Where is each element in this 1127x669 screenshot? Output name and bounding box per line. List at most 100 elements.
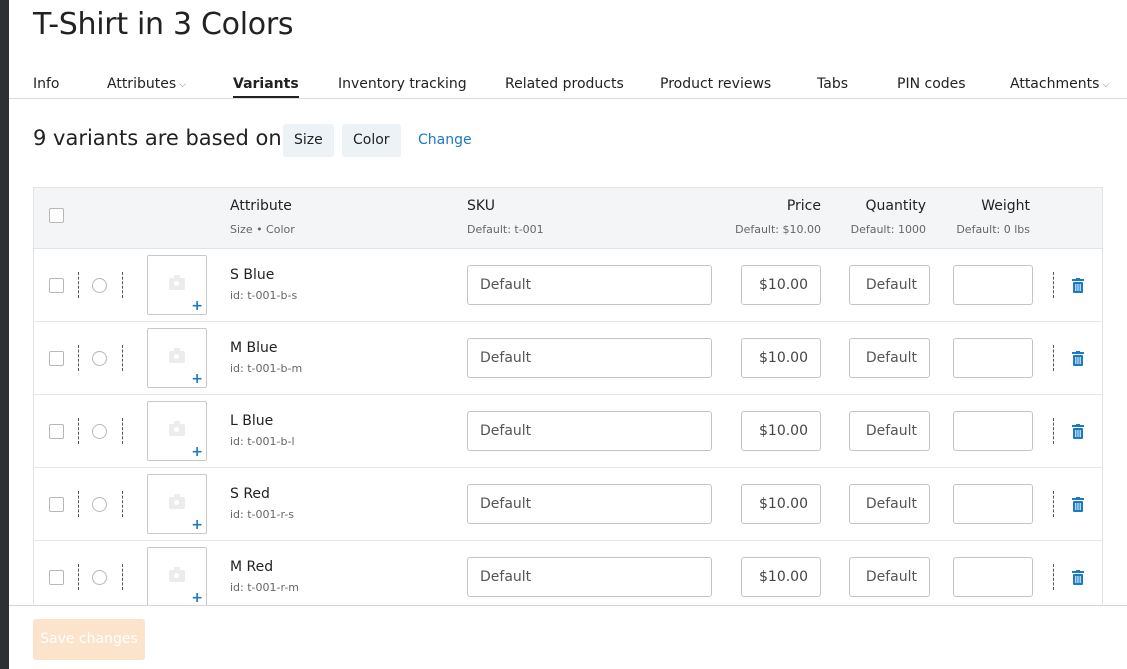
drag-handle-divider [122,272,123,298]
drag-handle-divider [122,564,123,590]
column-header-quantity: Quantity [865,198,927,214]
default-variant-radio[interactable] [92,351,107,366]
quantity-input[interactable]: Default [849,338,930,378]
drag-handle-divider [122,345,123,371]
trash-icon[interactable] [1072,351,1084,366]
row-select-checkbox[interactable] [49,424,64,439]
drag-handle-divider [122,491,123,517]
variant-id: id: t-001-b-s [230,289,298,302]
tab-label: Inventory tracking [338,76,467,92]
quantity-input[interactable]: Default [849,411,930,451]
trash-icon[interactable] [1072,570,1084,585]
change-attributes-link[interactable]: Change [418,132,472,148]
variant-row: + M Red id: t-001-r-m Default $10.00 Def… [34,541,1102,614]
row-actions-divider [1053,418,1054,444]
save-changes-button[interactable]: Save changes [33,619,145,660]
plus-icon: + [191,590,203,606]
trash-icon[interactable] [1072,497,1084,512]
quantity-input[interactable]: Default [849,557,930,597]
row-select-checkbox[interactable] [49,570,64,585]
default-variant-radio[interactable] [92,424,107,439]
camera-icon [169,494,185,509]
plus-icon: + [191,298,203,314]
tab-inventory-tracking[interactable]: Inventory tracking [338,76,467,92]
table-header: Attribute Size • Color SKU Default: t-00… [34,188,1102,249]
sku-input[interactable]: Default [467,411,712,451]
plus-icon: + [191,517,203,533]
tab-related-products[interactable]: Related products [505,76,624,92]
row-select-checkbox[interactable] [49,278,64,293]
variant-image-upload[interactable]: + [147,401,207,461]
price-input[interactable]: $10.00 [741,411,821,451]
variant-image-upload[interactable]: + [147,328,207,388]
tab-product-reviews[interactable]: Product reviews [660,76,771,92]
default-variant-radio[interactable] [92,497,107,512]
quantity-input[interactable]: Default [849,265,930,305]
weight-input[interactable] [953,265,1033,305]
plus-icon: + [191,371,203,387]
variant-image-upload[interactable]: + [147,255,207,315]
drag-handle-divider [78,491,79,517]
tab-variants[interactable]: Variants [233,76,299,98]
tab-tabs[interactable]: Tabs [817,76,848,92]
default-variant-radio[interactable] [92,570,107,585]
sku-input[interactable]: Default [467,484,712,524]
column-subheader-price: Default: $10.00 [735,223,821,236]
column-header-price: Price [786,198,821,214]
drag-handle-divider [122,418,123,444]
column-subheader-sku: Default: t-001 [467,223,544,236]
drag-handle-divider [78,345,79,371]
column-header-sku: SKU [467,198,495,214]
row-actions-divider [1053,272,1054,298]
row-select-checkbox[interactable] [49,351,64,366]
price-input[interactable]: $10.00 [741,338,821,378]
variant-id: id: t-001-b-m [230,362,303,375]
column-header-weight: Weight [981,198,1030,214]
tab-pin-codes[interactable]: PIN codes [897,76,966,92]
variant-row: + L Blue id: t-001-b-l Default $10.00 De… [34,395,1102,468]
variants-count-text: 9 variants are based on [33,126,282,150]
variant-image-upload[interactable]: + [147,474,207,534]
trash-icon[interactable] [1072,278,1084,293]
row-select-checkbox[interactable] [49,497,64,512]
quantity-input[interactable]: Default [849,484,930,524]
chevron-down-icon: ⌵ [1102,80,1110,90]
price-input[interactable]: $10.00 [741,265,821,305]
chevron-down-icon: ⌵ [179,80,186,90]
default-variant-radio[interactable] [92,278,107,293]
column-subheader-attribute: Size • Color [230,223,295,236]
variant-name: L Blue [230,413,274,429]
price-input[interactable]: $10.00 [741,557,821,597]
sku-input[interactable]: Default [467,265,712,305]
sku-input[interactable]: Default [467,557,712,597]
drag-handle-divider [78,418,79,444]
admin-sidebar-edge [0,0,9,669]
drag-handle-divider [78,272,79,298]
sticky-footer: Save changes [9,605,1127,669]
attribute-chip-size: Size [283,124,334,157]
tab-info[interactable]: Info [33,76,60,92]
sku-input[interactable]: Default [467,338,712,378]
page-title: T-Shirt in 3 Colors [33,7,294,42]
variant-row: + S Red id: t-001-r-s Default $10.00 Def… [34,468,1102,541]
select-all-checkbox[interactable] [49,208,64,223]
weight-input[interactable] [953,484,1033,524]
camera-icon [169,275,185,290]
variant-image-upload[interactable]: + [147,547,207,607]
tab-label: Variants [233,76,299,92]
trash-icon[interactable] [1072,424,1084,439]
attribute-chip-color: Color [342,124,401,157]
row-actions-divider [1053,564,1054,590]
tab-label: Attributes [107,76,177,92]
weight-input[interactable] [953,557,1033,597]
drag-handle-divider [78,564,79,590]
weight-input[interactable] [953,338,1033,378]
variant-id: id: t-001-r-m [230,581,299,594]
tab-attachments[interactable]: Attachments ⌵ [1010,76,1109,92]
weight-input[interactable] [953,411,1033,451]
variant-id: id: t-001-b-l [230,435,295,448]
tab-label: Product reviews [660,76,772,92]
camera-icon [169,567,185,582]
price-input[interactable]: $10.00 [741,484,821,524]
tab-attributes[interactable]: Attributes ⌵ [107,76,186,92]
